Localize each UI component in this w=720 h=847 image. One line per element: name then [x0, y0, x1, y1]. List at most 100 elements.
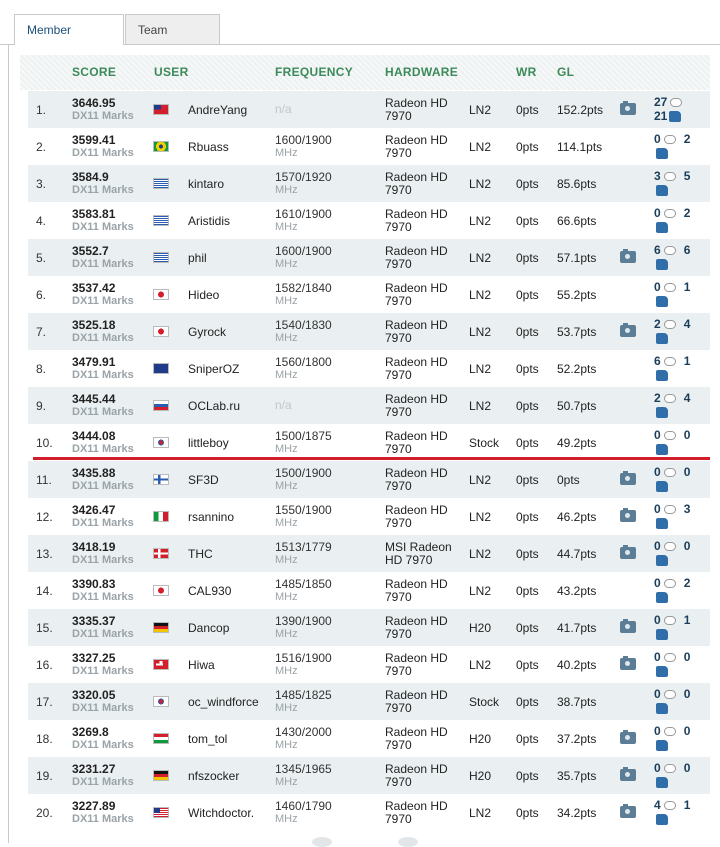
- user-link[interactable]: tom_tol: [188, 720, 227, 757]
- column-frequency[interactable]: FREQUENCY: [275, 65, 353, 79]
- column-wr[interactable]: WR: [516, 65, 537, 79]
- comment-icon[interactable]: [663, 727, 676, 736]
- tab-team-ranking[interactable]: Team ranking: [125, 14, 220, 67]
- user-link[interactable]: SF3D: [188, 461, 219, 498]
- comment-icon[interactable]: [663, 246, 676, 255]
- camera-icon[interactable]: [620, 323, 636, 337]
- thumbs-up-icon[interactable]: [656, 296, 668, 307]
- camera-icon[interactable]: [620, 730, 636, 744]
- thumbs-up-icon[interactable]: [656, 666, 668, 677]
- user-link[interactable]: phil: [188, 239, 207, 276]
- user-link[interactable]: Aristidis: [188, 202, 230, 239]
- thumbs-up-icon[interactable]: [656, 407, 668, 418]
- user-link[interactable]: Hiwa: [188, 646, 215, 683]
- camera-icon[interactable]: [620, 249, 636, 263]
- table-row[interactable]: 2. 3599.41 DX11 Marks Rbuass 1600/1900 MHz Rad…: [28, 128, 710, 165]
- column-hardware[interactable]: HARDWARE: [385, 65, 458, 79]
- table-row[interactable]: 20. 3227.89 DX11 Marks Witchdoctor. 1460/179…: [28, 794, 710, 831]
- column-user[interactable]: USER: [154, 65, 189, 79]
- table-row[interactable]: 18. 3269.8 DX11 Marks tom_tol 1430/2000 MHz Ra…: [28, 720, 710, 757]
- comment-icon[interactable]: [663, 172, 676, 181]
- comment-icon[interactable]: [663, 394, 676, 403]
- user-link[interactable]: Gyrock: [188, 313, 226, 350]
- table-row[interactable]: 9. 3445.44 DX11 Marks OCLab.ru n/a Radeon HD 7…: [28, 387, 710, 424]
- thumbs-up-icon[interactable]: [656, 703, 668, 714]
- thumbs-up-icon[interactable]: [656, 148, 668, 159]
- user-link[interactable]: Dancop: [188, 609, 229, 646]
- table-row[interactable]: 16. 3327.25 DX11 Marks Hiwa 1516/1900 MHz Rade…: [28, 646, 710, 683]
- table-row[interactable]: 12. 3426.47 DX11 Marks rsannino 1550/1900 MHz…: [28, 498, 710, 535]
- user-link[interactable]: nfszocker: [188, 757, 239, 794]
- comment-icon[interactable]: [663, 468, 676, 477]
- table-row[interactable]: 17. 3320.05 DX11 Marks oc_windforce 1485/182…: [28, 683, 710, 720]
- user-link[interactable]: oc_windforce: [188, 683, 259, 720]
- camera-icon[interactable]: [620, 471, 636, 485]
- comment-icon[interactable]: [663, 653, 676, 662]
- comment-icon[interactable]: [663, 431, 676, 440]
- comment-icon[interactable]: [663, 801, 676, 810]
- comment-icon[interactable]: [663, 209, 676, 218]
- user-link[interactable]: CAL930: [188, 572, 231, 609]
- table-row[interactable]: 13. 3418.19 DX11 Marks THC 1513/1779 MHz MSI R…: [28, 535, 710, 572]
- thumbs-up-icon[interactable]: [669, 111, 682, 122]
- table-row[interactable]: 6. 3537.42 DX11 Marks Hideo 1582/1840 MHz Rade…: [28, 276, 710, 313]
- comment-icon[interactable]: [663, 357, 676, 366]
- camera-icon[interactable]: [620, 508, 636, 522]
- user-link[interactable]: AndreYang: [188, 91, 247, 128]
- comment-icon[interactable]: [663, 283, 676, 292]
- comment-icon[interactable]: [663, 579, 676, 588]
- table-row[interactable]: 4. 3583.81 DX11 Marks Aristidis 1610/1900 MHz…: [28, 202, 710, 239]
- camera-icon[interactable]: [620, 767, 636, 781]
- table-row[interactable]: 10. 3444.08 DX11 Marks littleboy 1500/1875 MH…: [28, 424, 710, 461]
- pager-dot[interactable]: [398, 837, 418, 847]
- thumbs-up-icon[interactable]: [656, 259, 668, 270]
- thumbs-up-icon[interactable]: [656, 518, 668, 529]
- thumbs-up-icon[interactable]: [656, 592, 668, 603]
- user-link[interactable]: kintaro: [188, 165, 224, 202]
- table-row[interactable]: 5. 3552.7 DX11 Marks phil 1600/1900 MHz Radeon…: [28, 239, 710, 276]
- thumbs-up-icon[interactable]: [656, 629, 668, 640]
- table-row[interactable]: 19. 3231.27 DX11 Marks nfszocker 1345/1965 MH…: [28, 757, 710, 794]
- camera-icon[interactable]: [620, 656, 636, 670]
- table-row[interactable]: 8. 3479.91 DX11 Marks SniperOZ 1560/1800 MHz R…: [28, 350, 710, 387]
- thumbs-up-icon[interactable]: [656, 444, 668, 455]
- table-row[interactable]: 15. 3335.37 DX11 Marks Dancop 1390/1900 MHz Ra…: [28, 609, 710, 646]
- column-gl[interactable]: GL: [557, 65, 574, 79]
- column-score[interactable]: SCORE: [72, 65, 116, 79]
- thumbs-up-icon[interactable]: [656, 185, 668, 196]
- camera-icon[interactable]: [620, 545, 636, 559]
- camera-icon[interactable]: [620, 804, 636, 818]
- user-link[interactable]: littleboy: [188, 424, 229, 461]
- user-link[interactable]: THC: [188, 535, 213, 572]
- table-row[interactable]: 11. 3435.88 DX11 Marks SF3D 1500/1900 MHz Rade…: [28, 461, 710, 498]
- user-link[interactable]: rsannino: [188, 498, 234, 535]
- thumbs-up-icon[interactable]: [656, 333, 668, 344]
- comment-icon[interactable]: [663, 320, 676, 329]
- thumbs-up-icon[interactable]: [656, 370, 668, 381]
- camera-icon[interactable]: [620, 101, 636, 115]
- tab-member-ranking[interactable]: Member ranking: [14, 14, 124, 67]
- user-link[interactable]: OCLab.ru: [188, 387, 240, 424]
- table-row[interactable]: 3. 3584.9 DX11 Marks kintaro 1570/1920 MHz Rad…: [28, 165, 710, 202]
- user-link[interactable]: SniperOZ: [188, 350, 239, 387]
- thumbs-up-icon[interactable]: [656, 740, 668, 751]
- comment-icon[interactable]: [663, 764, 676, 773]
- comment-icon[interactable]: [663, 616, 676, 625]
- user-link[interactable]: Witchdoctor.: [188, 794, 254, 831]
- thumbs-up-icon[interactable]: [656, 814, 668, 825]
- comment-icon[interactable]: [663, 542, 676, 551]
- user-link[interactable]: Rbuass: [188, 128, 229, 165]
- comment-icon[interactable]: [670, 98, 683, 107]
- comment-icon[interactable]: [663, 135, 676, 144]
- thumbs-up-icon[interactable]: [656, 481, 668, 492]
- comment-icon[interactable]: [663, 690, 676, 699]
- comment-icon[interactable]: [663, 505, 676, 514]
- camera-icon[interactable]: [620, 619, 636, 633]
- table-row[interactable]: 7. 3525.18 DX11 Marks Gyrock 1540/1830 MHz Rad…: [28, 313, 710, 350]
- thumbs-up-icon[interactable]: [656, 222, 668, 233]
- table-row[interactable]: 1. 3646.95 DX11 Marks AndreYang n/a Radeon HD…: [28, 91, 710, 128]
- user-link[interactable]: Hideo: [188, 276, 219, 313]
- thumbs-up-icon[interactable]: [656, 555, 668, 566]
- pager-dot[interactable]: [312, 837, 332, 847]
- table-row[interactable]: 14. 3390.83 DX11 Marks CAL930 1485/1850 MHz Ra…: [28, 572, 710, 609]
